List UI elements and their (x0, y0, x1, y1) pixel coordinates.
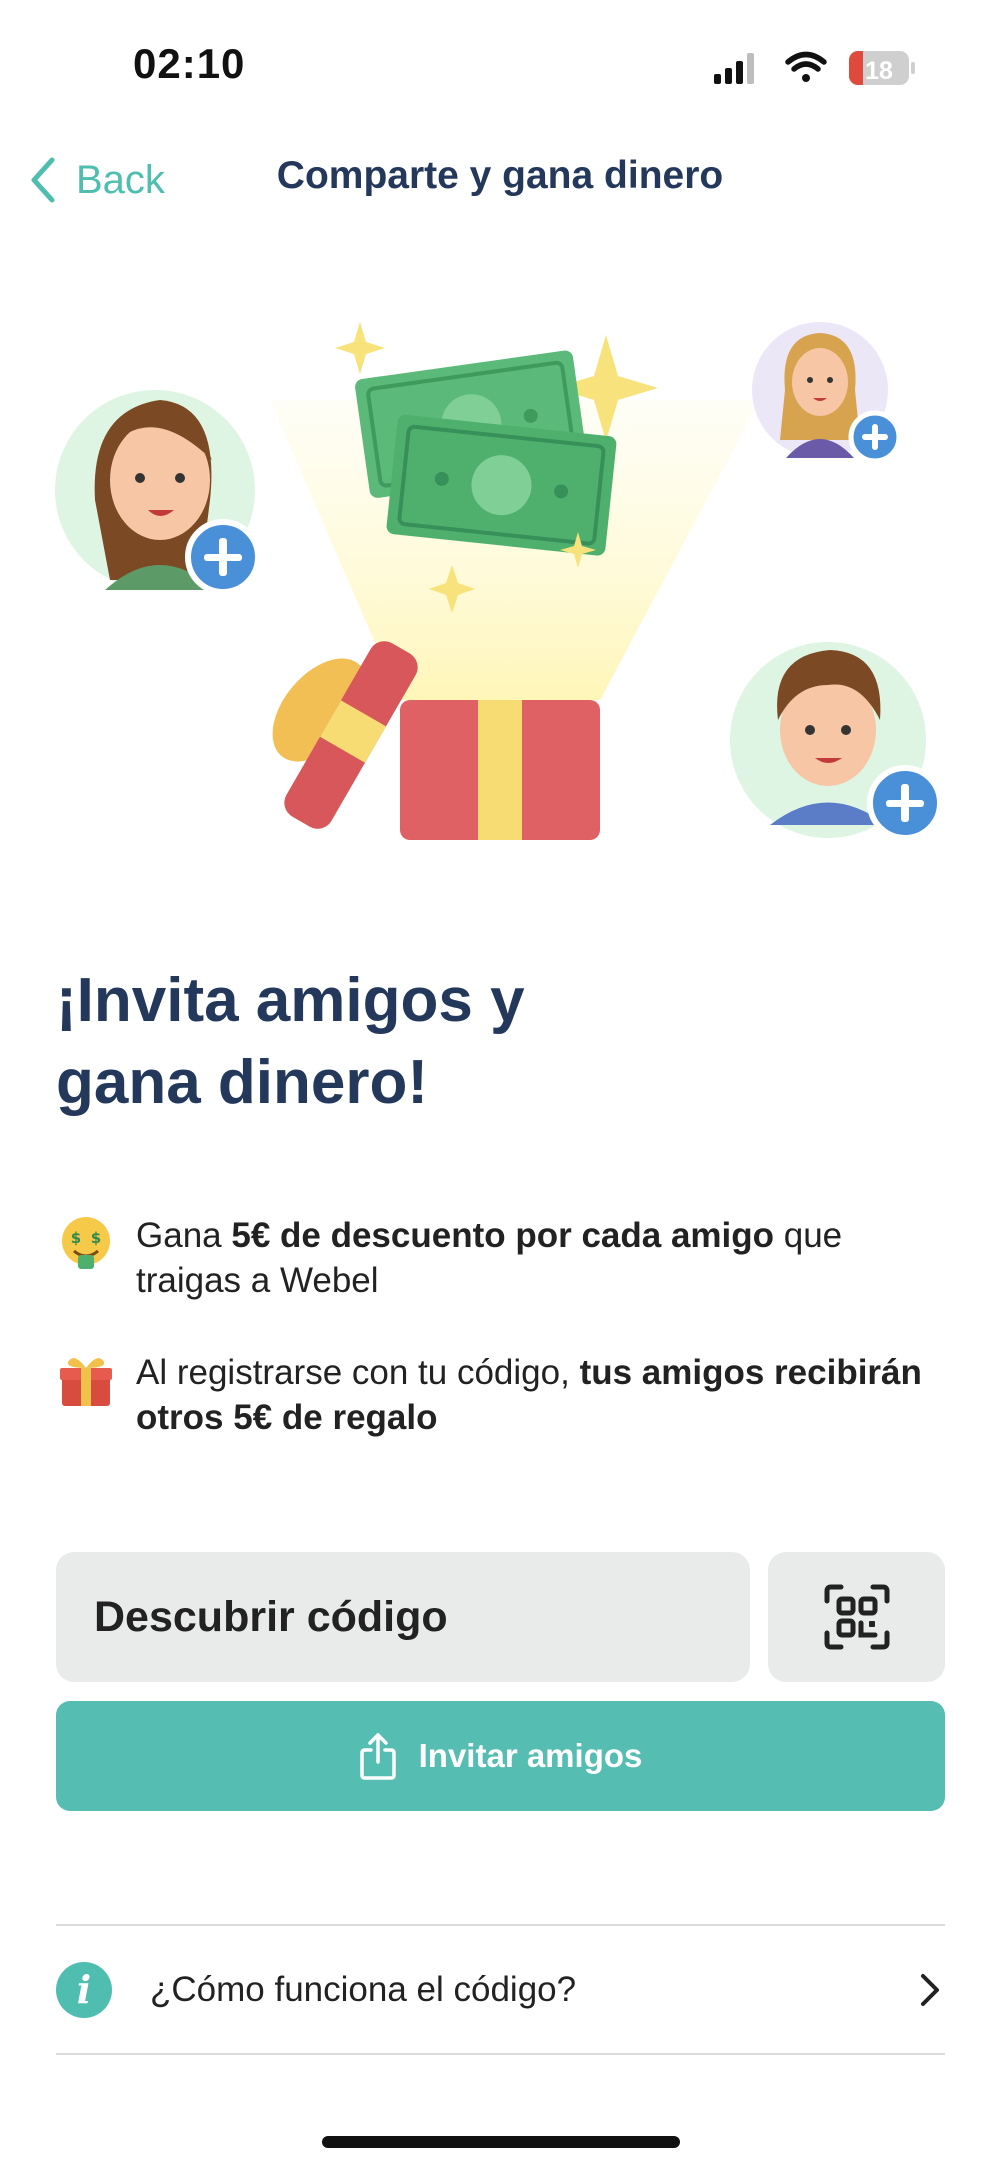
add-friend-icon (185, 519, 261, 595)
info-icon: i (56, 1961, 112, 2018)
discover-code-field[interactable]: Descubrir código (56, 1552, 750, 1682)
svg-text:18: 18 (865, 57, 893, 85)
discover-code-label: Descubrir código (94, 1592, 448, 1641)
gift-icon (60, 1358, 112, 1406)
benefit-item: $ $ Gana 5€ de descuento por cada amigo … (56, 1213, 946, 1303)
benefit-text: Gana 5€ de descuento por cada amigo que … (136, 1216, 843, 1300)
home-indicator[interactable] (322, 2136, 680, 2148)
divider (56, 2053, 945, 2055)
share-icon (359, 1733, 396, 1780)
how-code-works-row[interactable]: i ¿Cómo funciona el código? (56, 1926, 945, 2053)
status-time: 02:10 (133, 40, 246, 87)
svg-text:$: $ (71, 1229, 81, 1247)
sparkle-icon (335, 322, 385, 374)
headline-line-1: ¡Invita amigos y (56, 966, 525, 1035)
hero-illustration (55, 322, 943, 841)
add-friend-icon (867, 765, 943, 841)
money-face-icon: $ $ (62, 1217, 110, 1269)
qr-code-icon (824, 1584, 889, 1650)
referral-screen: 02:10 18 Back Comparte y gana dinero ¡In… (0, 0, 1000, 2167)
how-code-works-label: ¿Cómo funciona el código? (150, 1969, 577, 2009)
chevron-right-icon (921, 1973, 939, 2006)
benefit-item: Al registrarse con tu código, tus amigos… (56, 1350, 946, 1440)
signal-icon (714, 53, 754, 84)
headline: ¡Invita amigos y gana dinero! (56, 960, 856, 1124)
headline-line-2: gana dinero! (56, 1048, 429, 1117)
wifi-icon (785, 51, 827, 82)
status-icons: 18 (714, 51, 915, 85)
battery-icon: 18 (849, 51, 915, 85)
add-friend-icon (848, 410, 902, 464)
page-title: Comparte y gana dinero (276, 154, 724, 197)
qr-code-button[interactable] (768, 1552, 945, 1682)
invite-friends-label: Invitar amigos (418, 1737, 643, 1774)
invite-friends-button[interactable]: Invitar amigos (56, 1701, 945, 1811)
benefit-text: Al registrarse con tu código, tus amigos… (136, 1353, 922, 1437)
svg-text:$: $ (91, 1229, 101, 1247)
